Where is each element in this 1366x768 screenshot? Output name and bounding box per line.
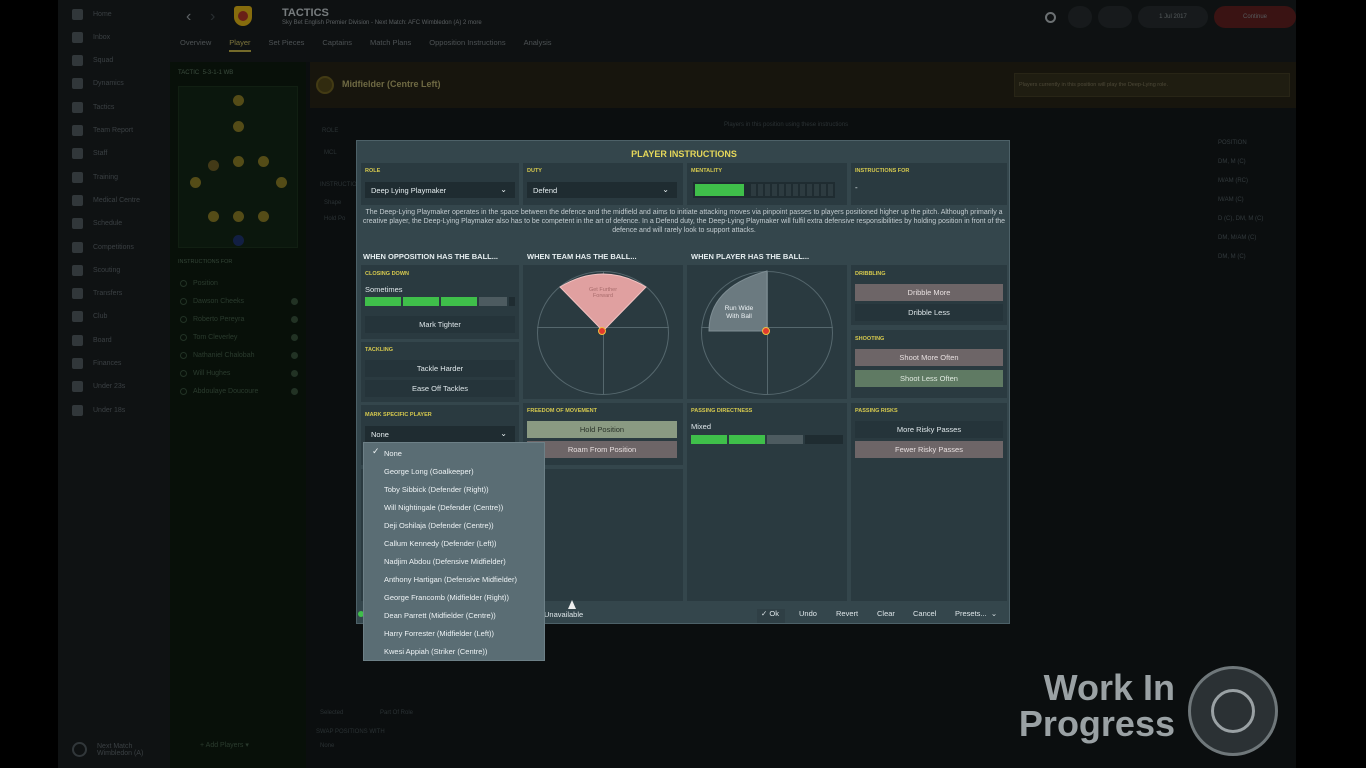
passing-directness-box: PASSING DIRECTNESS Mixed: [687, 403, 847, 601]
dribble-less-button[interactable]: Dribble Less: [855, 304, 1003, 321]
player-ball-pitch: Run Wide With Ball: [687, 265, 847, 399]
mentality-label: MENTALITY: [691, 168, 723, 174]
hold-position-button[interactable]: Hold Position: [527, 421, 677, 438]
passing-risks-box: PASSING RISKS More Risky Passes Fewer Ri…: [851, 403, 1007, 601]
role-description: The Deep-Lying Playmaker operates in the…: [362, 209, 1006, 234]
team-ball-pitch: Get Further Forward: [523, 265, 683, 399]
opposition-ball-title: WHEN OPPOSITION HAS THE BALL...: [363, 252, 499, 261]
watermark-line: Progress: [1018, 703, 1175, 744]
chevron-down-icon: ⌄: [500, 429, 507, 438]
dropdown-item[interactable]: Nadjim Abdou (Defensive Midfielder): [384, 552, 506, 570]
duty-select[interactable]: Defend ⌄: [527, 182, 677, 198]
chevron-down-icon: ⌄: [500, 185, 507, 194]
tackling-box: TACKLING Tackle Harder Ease Off Tackles: [361, 342, 519, 402]
roam-from-position-button[interactable]: Roam From Position: [527, 441, 677, 458]
mark-specific-select[interactable]: None ⌄: [365, 426, 515, 442]
dribbling-box: DRIBBLING Dribble More Dribble Less: [851, 265, 1007, 325]
watermark-line: Work In: [1043, 667, 1175, 708]
freedom-label: FREEDOM OF MOVEMENT: [527, 408, 597, 414]
shoot-more-button[interactable]: Shoot More Often: [855, 349, 1003, 366]
dribbling-label: DRIBBLING: [855, 271, 886, 277]
mentality-bar: [693, 182, 835, 198]
mentality-empty: [751, 184, 833, 196]
run-wide-label: Run Wide With Ball: [724, 305, 754, 320]
undo-button[interactable]: Undo: [799, 609, 817, 618]
passing-directness-label: PASSING DIRECTNESS: [691, 408, 753, 414]
tackling-label: TACKLING: [365, 347, 394, 353]
dropdown-item[interactable]: Anthony Hartigan (Defensive Midfielder): [384, 570, 517, 588]
dribble-more-button[interactable]: Dribble More: [855, 284, 1003, 301]
instructions-for-box: INSTRUCTIONS FOR -: [851, 163, 1007, 205]
instructions-for-label: INSTRUCTIONS FOR: [855, 168, 910, 174]
chevron-down-icon: ⌄: [662, 185, 669, 194]
tackle-harder-button[interactable]: Tackle Harder: [365, 360, 515, 377]
dropdown-item[interactable]: Deji Oshilaja (Defender (Centre)): [384, 516, 494, 534]
dropdown-item[interactable]: George Francomb (Midfielder (Right)): [384, 588, 509, 606]
dropdown-item[interactable]: Harry Forrester (Midfielder (Left)): [384, 624, 494, 642]
team-ball-title: WHEN TEAM HAS THE BALL...: [527, 252, 637, 261]
dropdown-item[interactable]: Toby Sibbick (Defender (Right)): [384, 480, 489, 498]
empty-panel: [523, 469, 683, 601]
duty-label: DUTY: [527, 168, 542, 174]
unavailable-label: Unavailable: [544, 610, 584, 619]
closing-down-box: CLOSING DOWN Sometimes Mark Tighter: [361, 265, 519, 339]
role-select[interactable]: Deep Lying Playmaker ⌄: [365, 182, 515, 198]
passing-risks-label: PASSING RISKS: [855, 408, 898, 414]
duty-box: DUTY Defend ⌄: [523, 163, 683, 205]
dropdown-item[interactable]: George Long (Goalkeeper): [384, 462, 474, 480]
closing-down-slider[interactable]: [365, 297, 515, 306]
mark-specific-label: MARK SPECIFIC PLAYER: [365, 412, 432, 418]
revert-button[interactable]: Revert: [836, 609, 858, 618]
cancel-button[interactable]: Cancel: [913, 609, 936, 618]
shoot-less-button[interactable]: Shoot Less Often: [855, 370, 1003, 387]
presets-button[interactable]: Presets... ⌄: [955, 609, 997, 618]
shooting-label: SHOOTING: [855, 336, 885, 342]
shooting-box: SHOOTING Shoot More Often Shoot Less Oft…: [851, 330, 1007, 398]
closing-down-label: CLOSING DOWN: [365, 271, 409, 277]
passing-directness-slider[interactable]: [691, 435, 843, 444]
player-ball-title: WHEN PLAYER HAS THE BALL...: [691, 252, 810, 261]
sports-interactive-logo-icon: [1188, 666, 1278, 756]
role-label: ROLE: [365, 168, 381, 174]
dropdown-item[interactable]: Will Nightingale (Defender (Centre)): [384, 498, 503, 516]
dropdown-item[interactable]: Dean Parrett (Midfielder (Centre)): [384, 606, 496, 624]
player-position-dot: [598, 327, 606, 335]
mark-player-dropdown: ✓ None George Long (Goalkeeper) Toby Sibbi…: [363, 442, 545, 661]
closing-down-value: Sometimes: [365, 285, 403, 294]
mouse-cursor: [568, 600, 576, 609]
role-box: ROLE Deep Lying Playmaker ⌄: [361, 163, 519, 205]
instructions-for-value: -: [855, 183, 858, 192]
player-position-dot: [762, 327, 770, 335]
dropdown-item[interactable]: Callum Kennedy (Defender (Left)): [384, 534, 497, 552]
work-in-progress-watermark: Work In Progress: [1005, 670, 1175, 742]
dropdown-item-selected[interactable]: None: [384, 444, 402, 462]
mentality-box: MENTALITY: [687, 163, 847, 205]
get-further-forward-label: Get Further Forward: [588, 287, 618, 299]
ok-button[interactable]: ✓ Ok: [757, 609, 785, 623]
check-icon: ✓: [372, 446, 380, 456]
mentality-fill: [695, 184, 744, 196]
dropdown-item[interactable]: Kwesi Appiah (Striker (Centre)): [384, 642, 487, 660]
more-risky-passes-button[interactable]: More Risky Passes: [855, 421, 1003, 438]
modal-title: PLAYER INSTRUCTIONS: [631, 149, 737, 159]
ease-off-tackles-button[interactable]: Ease Off Tackles: [365, 380, 515, 397]
app-frame: Home Inbox Squad Dynamics Tactics Team Report…: [0, 0, 1366, 768]
freedom-box: FREEDOM OF MOVEMENT Hold Position Roam F…: [523, 403, 683, 465]
mark-tighter-button[interactable]: Mark Tighter: [365, 316, 515, 333]
passing-directness-value: Mixed: [691, 422, 712, 431]
clear-button[interactable]: Clear: [877, 609, 895, 618]
fewer-risky-passes-button[interactable]: Fewer Risky Passes: [855, 441, 1003, 458]
